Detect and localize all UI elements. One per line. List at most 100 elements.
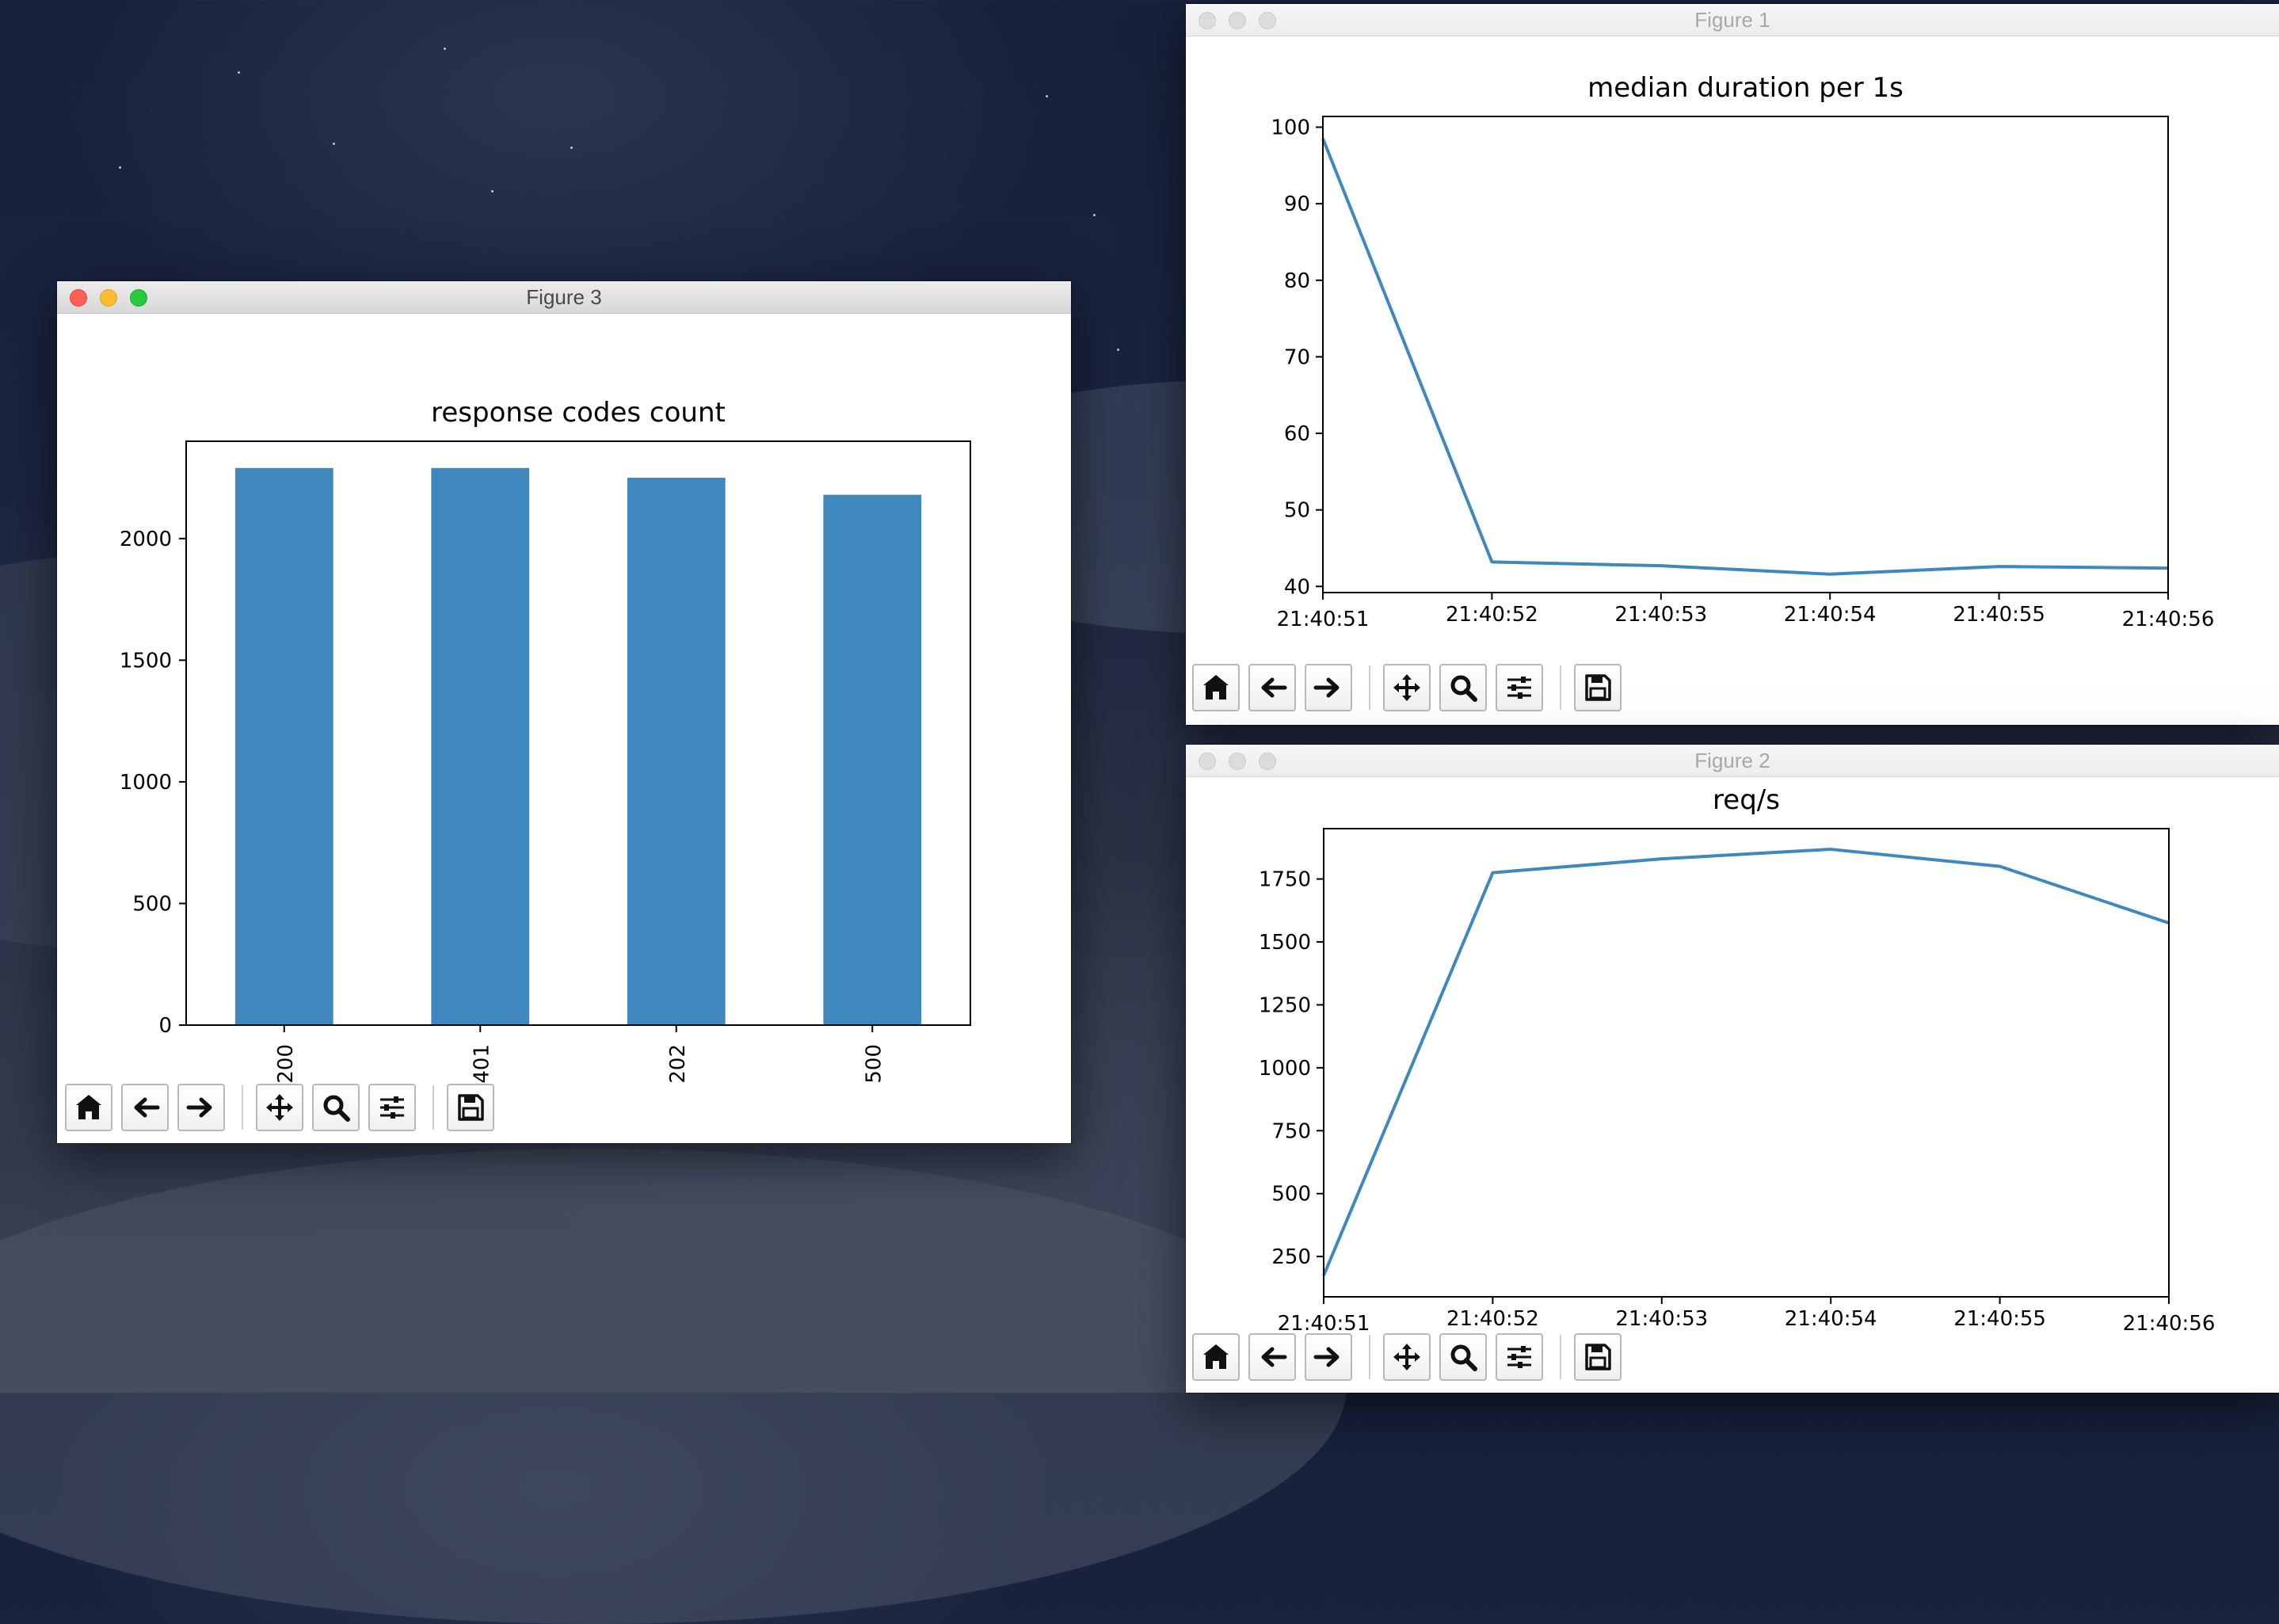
back-button[interactable] — [1248, 1333, 1296, 1381]
zoom-button[interactable] — [130, 289, 147, 307]
y-tick-label: 500 — [132, 892, 172, 916]
x-tick-label: 21:40:53 — [1615, 1307, 1708, 1331]
pan-icon — [266, 1094, 293, 1121]
figure2-window[interactable]: Figure 2 req/s 250 500 750 1000 1250 1500 1750 2… — [1186, 745, 2279, 1393]
y-tick-label: 750 — [1271, 1119, 1311, 1143]
save-icon — [1585, 674, 1611, 701]
forward-button[interactable] — [177, 1084, 225, 1131]
window-title: Figure 2 — [1694, 748, 1770, 772]
home-icon — [1203, 675, 1229, 700]
figure2-titlebar[interactable]: Figure 2 — [1186, 745, 2279, 777]
window-title: Figure 1 — [1694, 7, 1770, 32]
bar — [823, 494, 922, 1025]
y-tick-label: 50 — [1284, 499, 1310, 523]
toolbar-separator — [1560, 665, 1561, 710]
home-icon — [76, 1095, 101, 1119]
window-title: Figure 3 — [526, 284, 602, 309]
x-tick-label: 21:40:55 — [1953, 603, 2045, 627]
y-tick-label: 250 — [1271, 1245, 1311, 1269]
forward-icon — [1313, 1347, 1340, 1367]
back-icon — [134, 1097, 160, 1118]
minimize-button[interactable] — [1229, 12, 1246, 29]
x-tick-label: 21:40:51 — [1277, 608, 1370, 631]
series-line — [1321, 138, 2169, 576]
x-tick-label: 21:40:52 — [1446, 603, 1538, 627]
toolbar-separator — [242, 1085, 243, 1130]
pan-button[interactable] — [256, 1084, 303, 1131]
back-icon — [1261, 677, 1287, 698]
save-icon — [1585, 1344, 1611, 1370]
minimize-button[interactable] — [1229, 753, 1246, 770]
zoom-icon — [1450, 1344, 1477, 1371]
bar — [627, 478, 726, 1025]
chart-title: median duration per 1s — [1587, 72, 1904, 104]
pan-button[interactable] — [1383, 1333, 1431, 1381]
zoom-rect-button[interactable] — [1439, 664, 1487, 711]
save-icon — [458, 1094, 484, 1121]
x-tick-label: 21:40:55 — [1953, 1307, 2046, 1331]
close-button[interactable] — [1199, 12, 1216, 29]
toolbar-separator — [433, 1085, 434, 1130]
save-button[interactable] — [447, 1084, 494, 1131]
y-tick-label: 500 — [1271, 1183, 1311, 1207]
x-tick-label: 21:40:56 — [2123, 1312, 2216, 1331]
home-button[interactable] — [65, 1084, 112, 1131]
home-icon — [1203, 1344, 1229, 1369]
y-tick-label: 40 — [1284, 575, 1310, 599]
y-tick-label: 0 — [158, 1014, 172, 1038]
toolbar-separator — [1369, 1335, 1370, 1379]
close-button[interactable] — [70, 289, 87, 307]
figure3-window[interactable]: Figure 3 response codes count 200 401 202 50… — [57, 281, 1071, 1143]
y-tick-label: 70 — [1284, 345, 1310, 369]
toolbar-separator — [1369, 665, 1370, 710]
chart-title: req/s — [1713, 784, 1780, 816]
configure-subplots-button[interactable] — [368, 1084, 416, 1131]
y-tick-label: 1500 — [120, 649, 172, 673]
x-tick-label: 202 — [666, 1044, 690, 1084]
zoom-button[interactable] — [1259, 12, 1276, 29]
zoom-icon — [1450, 675, 1477, 702]
close-button[interactable] — [1199, 753, 1216, 770]
x-tick-label: 21:40:53 — [1614, 603, 1707, 627]
forward-icon — [1313, 677, 1340, 698]
y-tick-label: 80 — [1284, 269, 1310, 293]
y-tick-label: 1000 — [120, 771, 172, 795]
bar — [431, 467, 530, 1025]
minimize-button[interactable] — [100, 289, 117, 307]
forward-button[interactable] — [1305, 1333, 1352, 1381]
forward-icon — [186, 1097, 212, 1118]
home-button[interactable] — [1192, 664, 1240, 711]
back-button[interactable] — [1248, 664, 1296, 711]
line-chart-req-per-second: req/s 250 500 750 1000 1250 1500 1750 21:40:51 21… — [1259, 784, 2216, 1331]
zoom-button[interactable] — [1259, 753, 1276, 770]
y-tick-label: 1750 — [1259, 868, 1311, 892]
pan-button[interactable] — [1383, 664, 1431, 711]
figure3-toolbar — [65, 1084, 503, 1131]
forward-button[interactable] — [1305, 664, 1352, 711]
x-tick-label: 21:40:51 — [1278, 1312, 1370, 1331]
configure-subplots-icon — [1507, 677, 1531, 699]
configure-subplots-button[interactable] — [1496, 664, 1543, 711]
figure3-titlebar[interactable]: Figure 3 — [57, 281, 1071, 314]
x-tick-label: 401 — [470, 1044, 494, 1084]
zoom-rect-button[interactable] — [1439, 1333, 1487, 1381]
figure1-toolbar — [1192, 664, 1630, 711]
back-button[interactable] — [121, 1084, 169, 1131]
bar-chart-response-codes: response codes count 200 401 202 500 0 500 1000… — [120, 397, 971, 1084]
x-tick-label: 21:40:52 — [1446, 1307, 1539, 1331]
configure-subplots-button[interactable] — [1496, 1333, 1543, 1381]
y-tick-label: 2000 — [120, 528, 172, 551]
figure1-window[interactable]: Figure 1 median duration per 1s 40 50 60 70 8… — [1186, 4, 2279, 725]
zoom-rect-button[interactable] — [312, 1084, 360, 1131]
figure1-titlebar[interactable]: Figure 1 — [1186, 4, 2279, 36]
x-tick-label: 21:40:56 — [2122, 608, 2215, 631]
y-tick-label: 1000 — [1259, 1057, 1311, 1081]
home-button[interactable] — [1192, 1333, 1240, 1381]
x-tick-label: 500 — [862, 1044, 886, 1084]
save-button[interactable] — [1574, 1333, 1622, 1381]
configure-subplots-icon — [1507, 1346, 1531, 1368]
plot-frame — [1322, 116, 2169, 593]
figure2-toolbar — [1192, 1333, 1630, 1381]
line-chart-median-duration: median duration per 1s 40 50 60 70 80 90 100 21:… — [1271, 72, 2215, 631]
save-button[interactable] — [1574, 664, 1622, 711]
